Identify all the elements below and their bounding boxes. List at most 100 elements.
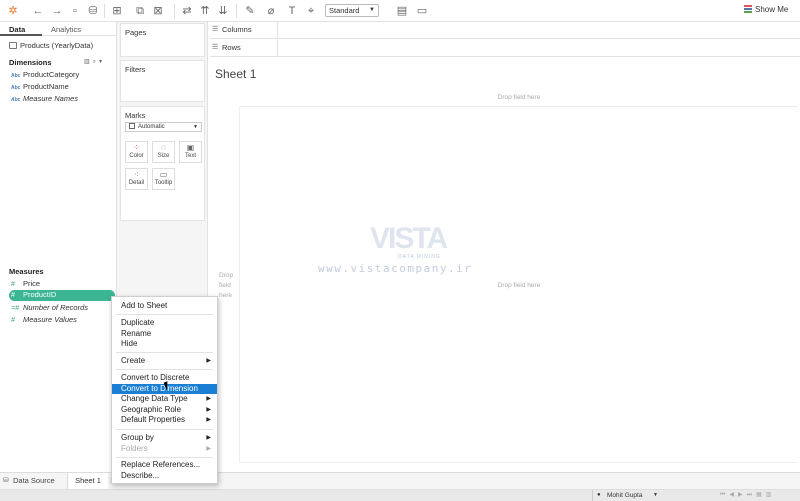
tooltip-button[interactable]: ▭ Tooltip (152, 168, 175, 190)
datasource-label: Products (YearlyData) (20, 41, 94, 50)
rows-label-text: Rows (222, 43, 241, 52)
menu-item-add-to-sheet[interactable]: Add to Sheet (112, 301, 217, 312)
datasource-icon: ⛁ (3, 477, 9, 484)
detail-button[interactable]: ⁖ Detail (125, 168, 148, 190)
field-number-of-records[interactable]: =# Number of Records (11, 303, 88, 313)
watermark-url: www.vistacompany.ir (318, 262, 473, 275)
presentation-mode-icon[interactable]: ▭ (415, 4, 429, 18)
submenu-arrow-icon: ▶ (206, 396, 211, 402)
dimensions-tools-icons[interactable]: ▥⌕▾ (84, 58, 105, 66)
mark-type-icon (129, 123, 135, 129)
menu-item-replace-references[interactable]: Replace References... (112, 460, 217, 471)
rows-shelf[interactable]: ☰ Rows (210, 40, 800, 57)
show-me-button[interactable]: Show Me (744, 5, 788, 14)
menu-item-default-properties-label: Default Properties (121, 415, 186, 424)
menu-item-duplicate[interactable]: Duplicate (112, 318, 217, 329)
duplicate-sheet-icon[interactable]: ⧉ (133, 4, 147, 18)
tooltip-label: Tooltip (154, 180, 173, 186)
submenu-arrow-icon: ▶ (206, 445, 211, 452)
tab-data[interactable]: Data (9, 25, 25, 34)
fit-select-value: Standard (329, 6, 360, 15)
show-cards-icon[interactable]: ▤ (395, 4, 409, 18)
sheet-navigation-icons[interactable]: ⏮◀▶⏭▦▥ (720, 490, 775, 501)
columns-shelf-label: ☰ Columns (210, 22, 278, 38)
field-label: Price (23, 279, 41, 288)
menu-separator (116, 352, 213, 353)
redo-icon[interactable]: → (50, 4, 64, 18)
menu-item-group-by[interactable]: Group by ▶ (112, 433, 217, 444)
menu-item-default-properties[interactable]: Default Properties ▶ (112, 415, 217, 426)
drop-zone-columns[interactable]: Drop field here (240, 87, 798, 107)
chevron-down-icon: ▼ (193, 124, 198, 130)
field-label: ProductID (23, 290, 57, 299)
field-productcategory[interactable]: Abc ProductCategory (11, 70, 79, 80)
add-datasource-icon[interactable]: ⛁ (86, 4, 100, 18)
active-tab-indicator (0, 34, 42, 36)
fix-axes-icon[interactable]: ⌖ (304, 4, 318, 18)
user-icon: ● (597, 492, 601, 498)
fit-select[interactable]: Standard ▼ (325, 4, 379, 17)
field-productid[interactable]: # ProductID (9, 290, 115, 301)
measures-title: Measures (9, 267, 44, 276)
tab-data-source[interactable]: ⛁ Data Source (0, 473, 68, 489)
tab-analytics[interactable]: Analytics (51, 25, 81, 34)
toolbar: ✲ ← → ▫ ⛁ ⊞ ⧉ ⊠ ⇄ ⇈ ⇊ ✎ ⌀ T ⌖ Standard ▼… (0, 0, 800, 22)
menu-item-describe[interactable]: Describe... (112, 471, 217, 482)
field-label: ProductName (23, 82, 69, 91)
context-menu: Add to Sheet Duplicate Rename Hide Creat… (111, 296, 218, 484)
new-worksheet-icon[interactable]: ⊞ (110, 4, 124, 18)
clear-sheet-icon[interactable]: ⊠ (151, 4, 165, 18)
text-label: Text (184, 153, 196, 159)
color-icon: ⁘ (133, 143, 140, 152)
string-type-icon: Abc (11, 85, 21, 91)
sort-ascending-icon[interactable]: ⇈ (198, 4, 212, 18)
user-name: Mohit Gupta (607, 492, 643, 499)
view-canvas[interactable]: Drop field here Drop field here Drop fie… (210, 87, 800, 472)
size-icon: ◌ (161, 143, 166, 152)
watermark-logo: VISTA (370, 222, 448, 255)
menu-item-folders: Folders ▶ (112, 444, 217, 455)
string-type-icon: Abc (11, 73, 21, 79)
menu-item-group-by-label: Group by (121, 433, 154, 442)
submenu-arrow-icon: ▶ (206, 406, 211, 413)
size-button[interactable]: ◌ Size (152, 141, 175, 163)
data-pane: Data Analytics Products (YearlyData) Dim… (0, 22, 117, 472)
tableau-logo-icon[interactable]: ✲ (6, 4, 20, 18)
mark-type-select[interactable]: Automatic ▼ (125, 122, 202, 132)
sheet-title[interactable]: Sheet 1 (215, 67, 256, 81)
show-labels-icon[interactable]: T (285, 4, 299, 18)
menu-separator (116, 369, 213, 370)
detail-label: Detail (128, 180, 145, 186)
field-measure-values[interactable]: # Measure Values (11, 315, 77, 325)
user-menu-button[interactable]: ● Mohit Gupta ▼ (592, 490, 662, 501)
save-icon[interactable]: ▫ (68, 4, 82, 18)
group-icon[interactable]: ⌀ (264, 4, 278, 18)
color-button[interactable]: ⁘ Color (125, 141, 148, 163)
number-type-icon: # (11, 317, 15, 324)
menu-item-geographic-role[interactable]: Geographic Role ▶ (112, 405, 217, 416)
columns-shelf[interactable]: ☰ Columns (210, 22, 800, 39)
menu-item-rename[interactable]: Rename (112, 329, 217, 340)
field-productname[interactable]: Abc ProductName (11, 82, 69, 92)
submenu-arrow-icon: ▶ (206, 417, 211, 423)
menu-item-change-data-type[interactable]: Change Data Type ▶ (112, 394, 217, 405)
text-button[interactable]: ▣ Text (179, 141, 202, 163)
tooltip-icon: ▭ (159, 170, 168, 179)
tab-sheet-1[interactable]: Sheet 1 (68, 473, 108, 489)
sort-descending-icon[interactable]: ⇊ (216, 4, 230, 18)
menu-item-hide[interactable]: Hide (112, 339, 217, 350)
show-me-icon (744, 5, 752, 13)
highlight-icon[interactable]: ✎ (243, 4, 257, 18)
pages-card[interactable]: Pages (120, 23, 205, 57)
menu-item-create[interactable]: Create ▶ (112, 356, 217, 367)
mark-type-value: Automatic (138, 124, 165, 130)
field-measure-names[interactable]: Abc Measure Names (11, 94, 78, 104)
field-price[interactable]: # Price (11, 279, 40, 289)
detail-icon: ⁖ (134, 170, 139, 179)
canvas-bottom-border (240, 462, 798, 463)
swap-rows-columns-icon[interactable]: ⇄ (180, 4, 194, 18)
filters-card[interactable]: Filters (120, 60, 205, 102)
undo-icon[interactable]: ← (31, 4, 45, 18)
datasource-item[interactable]: Products (YearlyData) (9, 41, 93, 50)
drop-zone-center[interactable]: Drop field here (240, 282, 798, 289)
